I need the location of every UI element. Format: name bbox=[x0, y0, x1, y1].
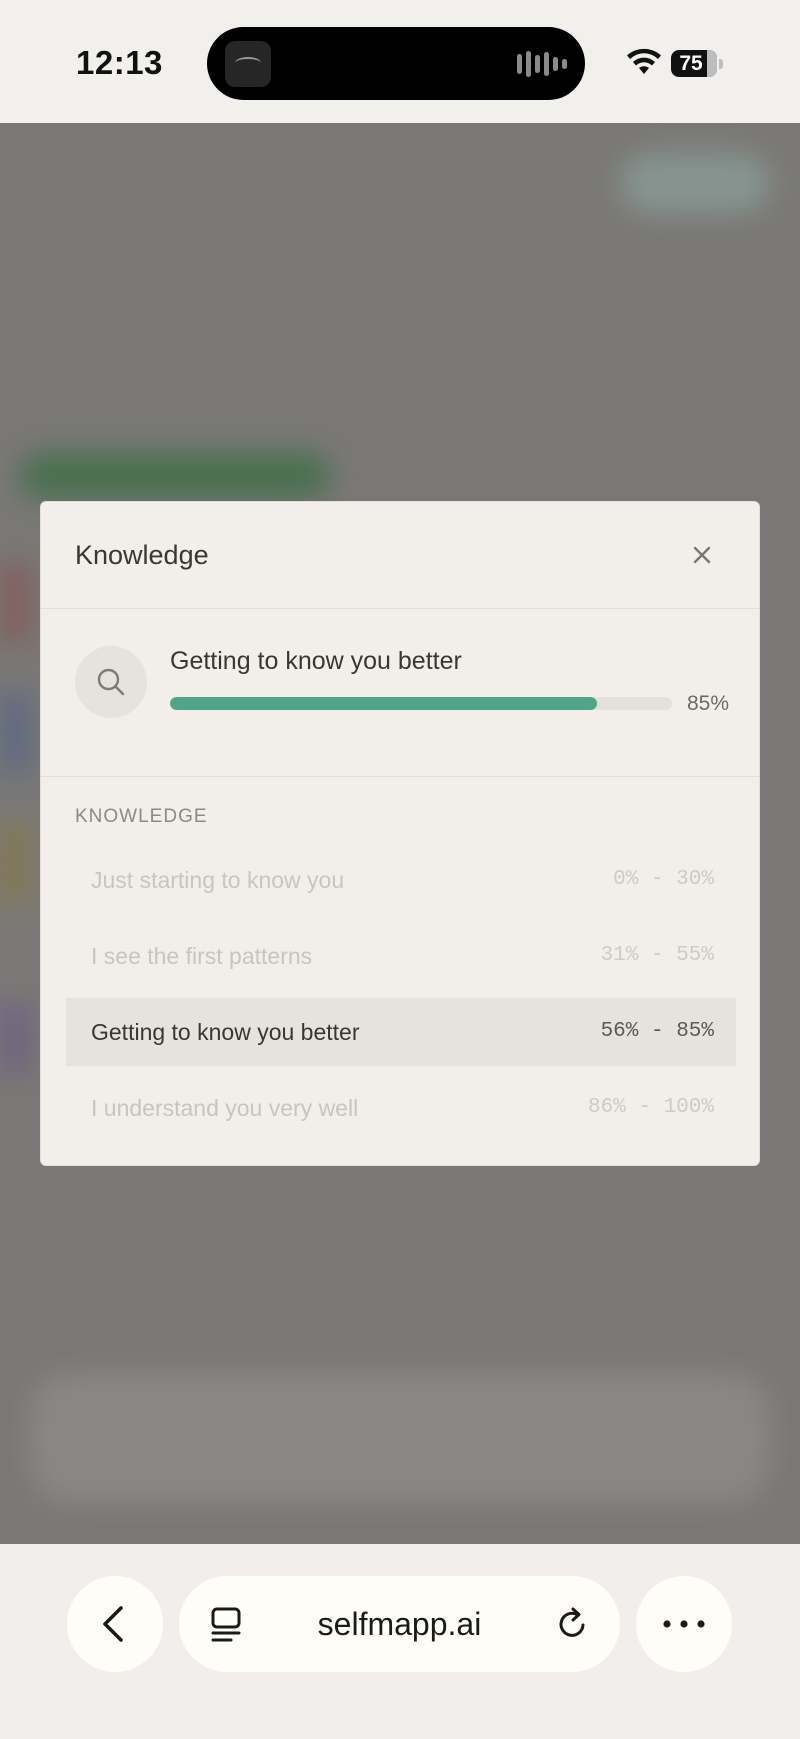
status-bar: 12:13 75 bbox=[0, 0, 800, 123]
level-range: 56% - 85% bbox=[600, 1020, 714, 1043]
modal-header: Knowledge bbox=[41, 502, 759, 609]
more-button[interactable] bbox=[636, 1576, 732, 1672]
now-playing-artwork bbox=[225, 41, 271, 87]
address-bar[interactable]: selfmapp.ai bbox=[179, 1576, 620, 1672]
level-row: Just starting to know you 0% - 30% bbox=[66, 846, 736, 914]
back-icon bbox=[103, 1606, 123, 1642]
progress-icon-circle bbox=[75, 646, 147, 718]
reload-icon[interactable] bbox=[553, 1604, 593, 1644]
progress-title: Getting to know you better bbox=[170, 647, 462, 675]
back-button[interactable] bbox=[67, 1576, 163, 1672]
knowledge-progress: Getting to know you better 85% bbox=[41, 609, 759, 777]
battery-tip bbox=[719, 59, 723, 69]
levels-heading: KNOWLEDGE bbox=[75, 806, 208, 827]
level-label: Getting to know you better bbox=[91, 1019, 360, 1045]
status-time: 12:13 bbox=[76, 44, 163, 81]
progress-bar bbox=[170, 697, 672, 710]
close-icon bbox=[693, 546, 711, 564]
level-label: I understand you very well bbox=[91, 1095, 359, 1121]
browser-toolbar: selfmapp.ai bbox=[0, 1544, 800, 1739]
dynamic-island[interactable] bbox=[207, 27, 585, 100]
search-icon bbox=[97, 668, 125, 696]
battery-level: 75 bbox=[679, 52, 703, 75]
more-icon bbox=[663, 1620, 705, 1628]
audio-wave-icon bbox=[517, 49, 567, 79]
level-range: 31% - 55% bbox=[600, 944, 714, 967]
level-range: 0% - 30% bbox=[613, 868, 714, 891]
progress-bar-fill bbox=[170, 697, 597, 710]
level-range: 86% - 100% bbox=[587, 1096, 714, 1119]
wifi-icon bbox=[627, 48, 661, 74]
level-label: I see the first patterns bbox=[91, 943, 313, 969]
level-label: Just starting to know you bbox=[91, 867, 345, 893]
modal-title: Knowledge bbox=[75, 540, 209, 570]
progress-percent: 85% bbox=[687, 692, 730, 715]
knowledge-modal: Knowledge Getting to know you better 85%… bbox=[40, 501, 760, 1166]
close-button[interactable] bbox=[681, 534, 723, 576]
level-row: I see the first patterns 31% - 55% bbox=[66, 922, 736, 990]
battery-icon: 75 bbox=[671, 50, 717, 77]
level-row-current: Getting to know you better 56% - 85% bbox=[66, 998, 736, 1066]
level-row: I understand you very well 86% - 100% bbox=[66, 1074, 736, 1142]
